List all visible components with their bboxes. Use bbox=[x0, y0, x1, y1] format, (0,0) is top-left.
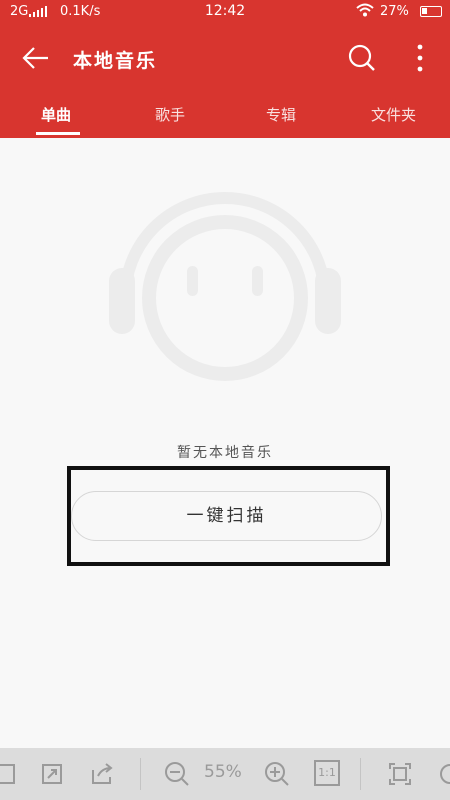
viewer-toolbar: 55% 1:1 bbox=[0, 748, 450, 800]
tab-songs[interactable]: 单曲 bbox=[41, 104, 71, 125]
tab-albums[interactable]: 专辑 bbox=[266, 104, 296, 125]
back-button[interactable] bbox=[18, 40, 54, 76]
zoom-level: 55% bbox=[204, 762, 242, 782]
share-icon[interactable] bbox=[88, 760, 116, 788]
headphone-face-illustration bbox=[109, 192, 341, 381]
tab-artists[interactable]: 歌手 bbox=[155, 104, 185, 125]
page-title: 本地音乐 bbox=[73, 50, 158, 72]
page-icon[interactable] bbox=[0, 760, 22, 788]
scan-button[interactable]: 一键扫描 bbox=[71, 491, 382, 541]
toolbar-separator bbox=[360, 758, 361, 790]
zoom-in-icon[interactable] bbox=[263, 760, 291, 788]
search-button[interactable] bbox=[344, 40, 380, 76]
content-area: 暂无本地音乐 一键扫描 bbox=[0, 138, 450, 748]
battery-percent: 27% bbox=[380, 4, 409, 19]
tab-folders[interactable]: 文件夹 bbox=[371, 104, 416, 125]
app-header: 2G 0.1K/s 12:42 27% 本地音乐 单曲 歌手 专辑 文件夹 bbox=[0, 0, 450, 138]
back-arrow-icon bbox=[22, 47, 48, 69]
fit-icon[interactable] bbox=[386, 760, 414, 788]
crop-icon[interactable] bbox=[38, 760, 66, 788]
more-vert-icon bbox=[417, 44, 423, 72]
tab-indicator bbox=[36, 132, 80, 135]
battery-icon bbox=[420, 6, 442, 17]
search-icon bbox=[348, 44, 375, 71]
zoom-out-icon[interactable] bbox=[163, 760, 191, 788]
wifi-icon bbox=[356, 3, 374, 17]
tab-bar: 单曲 歌手 专辑 文件夹 bbox=[0, 98, 450, 138]
toolbar: 本地音乐 bbox=[0, 30, 450, 86]
more-button[interactable] bbox=[408, 40, 432, 76]
actual-size-icon[interactable]: 1:1 bbox=[314, 760, 340, 786]
rotate-icon[interactable] bbox=[436, 760, 450, 788]
toolbar-separator bbox=[140, 758, 141, 790]
status-bar: 2G 0.1K/s 12:42 27% bbox=[0, 0, 450, 24]
empty-message: 暂无本地音乐 bbox=[177, 445, 273, 461]
